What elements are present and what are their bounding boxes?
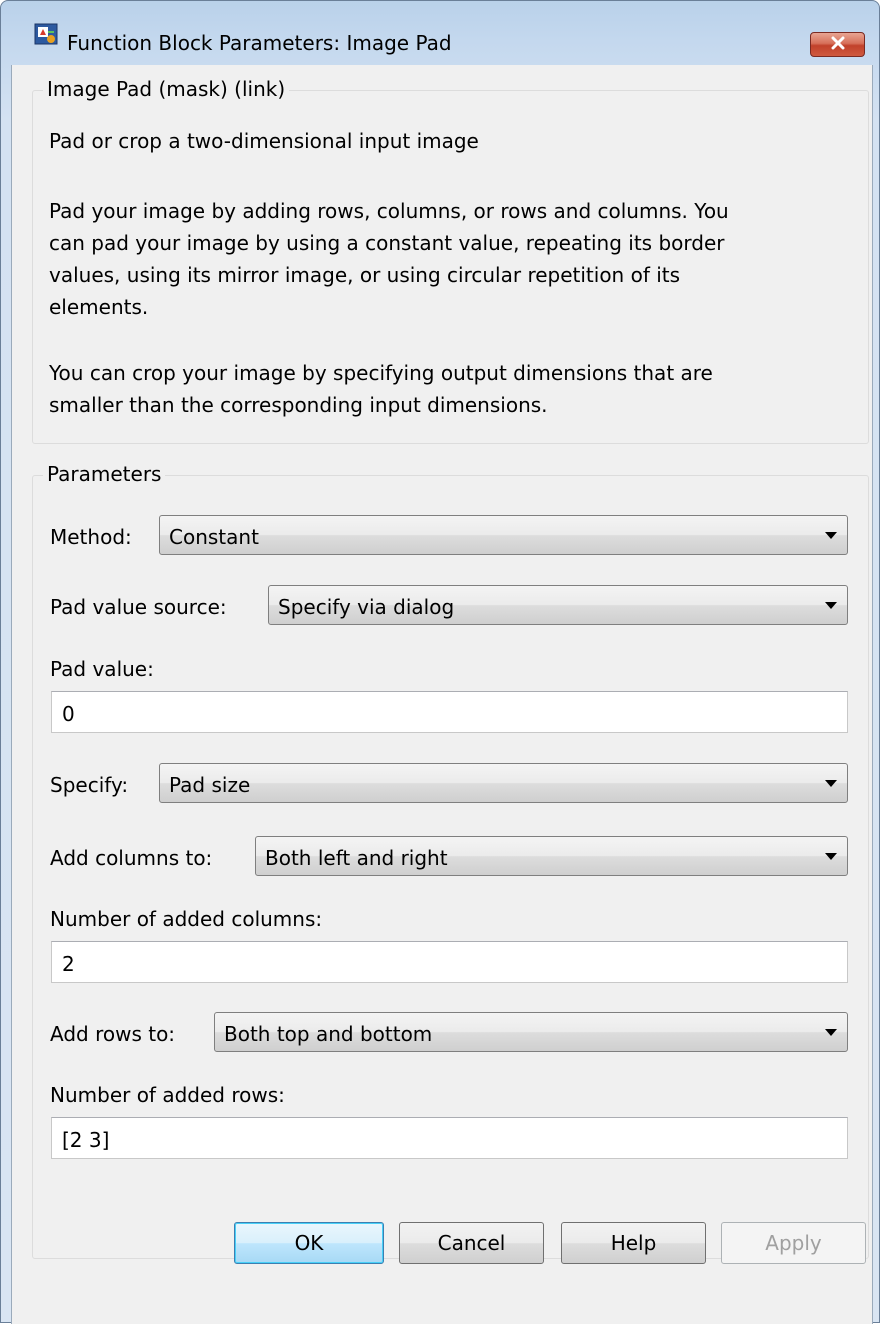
specify-label: Specify: xyxy=(50,773,129,797)
pad-description-line: Pad your image by adding rows, columns, … xyxy=(49,199,729,223)
dialog-client-area: Image Pad (mask) (link) Pad or crop a tw… xyxy=(11,65,873,1324)
add-rows-to-label: Add rows to: xyxy=(50,1022,176,1046)
close-x-icon xyxy=(830,35,846,54)
description-summary: Pad or crop a two-dimensional input imag… xyxy=(49,129,479,153)
crop-description-line: You can crop your image by specifying ou… xyxy=(49,361,713,385)
simulink-block-icon xyxy=(34,23,58,45)
chevron-down-icon xyxy=(825,1029,837,1036)
add-columns-to-value: Both left and right xyxy=(265,846,448,870)
title-bar[interactable]: Function Block Parameters: Image Pad xyxy=(1,1,879,61)
close-button[interactable] xyxy=(810,32,865,57)
chevron-down-icon xyxy=(825,780,837,787)
num-added-columns-input[interactable]: 2 xyxy=(51,941,848,983)
num-added-rows-text: [2 3] xyxy=(62,1128,110,1152)
crop-description-line: smaller than the corresponding input dim… xyxy=(49,393,548,417)
chevron-down-icon xyxy=(825,532,837,539)
pad-value-source-value: Specify via dialog xyxy=(278,595,455,619)
add-rows-to-dropdown[interactable]: Both top and bottom xyxy=(214,1012,848,1052)
help-button[interactable]: Help xyxy=(561,1222,706,1264)
pad-value-source-dropdown[interactable]: Specify via dialog xyxy=(268,585,848,625)
pad-value-text: 0 xyxy=(62,702,75,726)
pad-description-line: values, using its mirror image, or using… xyxy=(49,263,681,287)
num-added-columns-label: Number of added columns: xyxy=(50,907,323,931)
specify-dropdown[interactable]: Pad size xyxy=(159,763,848,803)
method-value: Constant xyxy=(169,525,259,549)
ok-button[interactable]: OK xyxy=(234,1222,384,1264)
chevron-down-icon xyxy=(825,853,837,860)
pad-description-line: elements. xyxy=(49,295,149,319)
add-columns-to-dropdown[interactable]: Both left and right xyxy=(255,836,848,876)
pad-value-input[interactable]: 0 xyxy=(51,691,848,733)
specify-value: Pad size xyxy=(169,773,251,797)
method-dropdown[interactable]: Constant xyxy=(159,515,848,555)
cancel-button[interactable]: Cancel xyxy=(399,1222,544,1264)
pad-description-line: can pad your image by using a constant v… xyxy=(49,231,725,255)
description-group-title: Image Pad (mask) (link) xyxy=(43,77,290,101)
chevron-down-icon xyxy=(825,602,837,609)
add-columns-to-label: Add columns to: xyxy=(50,846,213,870)
method-label: Method: xyxy=(50,525,132,549)
add-rows-to-value: Both top and bottom xyxy=(224,1022,433,1046)
window-title: Function Block Parameters: Image Pad xyxy=(67,31,452,55)
dialog-window: Function Block Parameters: Image Pad Ima… xyxy=(0,0,880,1324)
pad-value-source-label: Pad value source: xyxy=(50,595,227,619)
num-added-rows-label: Number of added rows: xyxy=(50,1083,285,1107)
num-added-rows-input[interactable]: [2 3] xyxy=(51,1117,848,1159)
num-added-columns-text: 2 xyxy=(62,952,75,976)
parameters-group-title: Parameters xyxy=(43,462,166,486)
pad-value-label: Pad value: xyxy=(50,657,154,681)
apply-button[interactable]: Apply xyxy=(721,1222,866,1264)
